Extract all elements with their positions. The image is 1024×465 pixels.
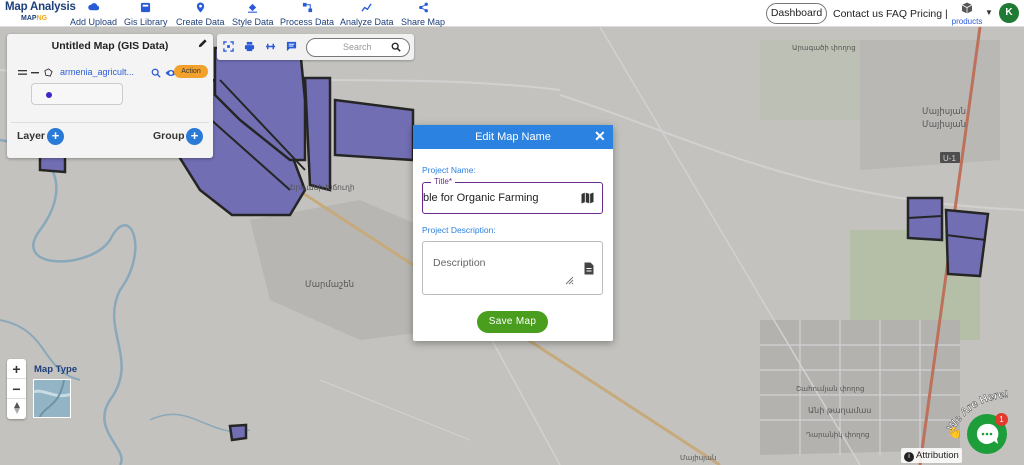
action-button[interactable]: Action	[174, 65, 208, 78]
add-group-button[interactable]: +	[186, 128, 203, 145]
map-label-street3: Արագածի փողոց	[792, 44, 856, 52]
edit-map-name-dialog: Edit Map Name ✕ Project Name: Title* ble…	[413, 125, 613, 341]
title-input-value[interactable]: ble for Organic Farming	[423, 192, 539, 204]
nav-add-upload[interactable]: Add Upload	[70, 2, 117, 27]
map-search-input[interactable]: Search	[306, 38, 410, 57]
location-pin-icon	[176, 2, 225, 15]
pencil-edit-icon[interactable]	[197, 38, 208, 49]
document-icon	[584, 262, 594, 275]
brand-subtitle: MAPNG	[21, 15, 48, 22]
dialog-title: Edit Map Name	[475, 131, 551, 143]
nav-style-data[interactable]: Style Data	[232, 2, 274, 27]
map-label-m: Մայիսյան	[680, 454, 716, 462]
layer-label: Layer	[17, 130, 46, 142]
cloud-upload-icon	[70, 2, 117, 15]
print-icon[interactable]	[244, 41, 255, 52]
nav-label: Share Map	[401, 17, 446, 27]
zoom-to-layer-icon[interactable]	[151, 68, 161, 78]
dashboard-button[interactable]: Dashboard	[766, 3, 827, 24]
nav-label: Process Data	[280, 17, 335, 27]
map-label-d: Դարանիկ փողոց	[806, 431, 869, 439]
faq-link[interactable]: FAQ	[886, 8, 907, 20]
nav-gis-library[interactable]: Gis Library	[124, 2, 168, 27]
fullscreen-icon[interactable]	[223, 41, 234, 52]
nav-create-data[interactable]: Create Data	[176, 2, 225, 27]
title-field-label: Title*	[431, 177, 455, 186]
process-icon	[280, 2, 334, 15]
map-label-town1: Մարմաշեն	[305, 280, 354, 290]
zoom-controls: + −	[7, 359, 26, 419]
project-name-label: Project Name:	[422, 165, 476, 175]
map-label-street1: Երևանի Խճուղի	[290, 183, 355, 192]
chat-notification-badge: 1	[995, 413, 1008, 426]
save-map-button[interactable]: Save Map	[477, 311, 548, 333]
analyze-chart-icon	[340, 2, 394, 15]
nav-share-map[interactable]: Share Map	[401, 2, 445, 27]
map-label-town2: Մայիսյան	[922, 107, 966, 117]
user-avatar[interactable]: K	[999, 3, 1019, 23]
nav-label: Style Data	[232, 17, 274, 27]
measure-icon[interactable]	[265, 41, 276, 52]
nav-label: Gis Library	[124, 17, 168, 27]
map-toolbar: Search	[217, 34, 414, 60]
share-icon	[401, 2, 445, 15]
layer-name[interactable]: armenia_agricult...	[60, 67, 134, 77]
brand-logo[interactable]: Map Analysis MAPNG	[5, 1, 76, 25]
layer-legend[interactable]	[31, 83, 123, 105]
map-label-ani: Անի թաղամաս	[808, 406, 871, 415]
paint-bucket-icon	[232, 2, 274, 15]
waving-hand-icon: 👋	[947, 426, 962, 438]
nav-label: Create Data	[176, 17, 225, 27]
drag-handle-icon[interactable]	[18, 69, 27, 77]
zoom-out-button[interactable]: −	[7, 379, 26, 399]
description-textarea[interactable]: Description	[422, 241, 603, 295]
zoom-in-button[interactable]: +	[7, 359, 26, 379]
contact-us-link[interactable]: Contact us	[833, 8, 883, 20]
top-navigation-bar: Map Analysis MAPNG Add Upload Gis Librar…	[0, 0, 1024, 27]
group-label: Group	[153, 130, 185, 142]
compass-north-button[interactable]	[7, 399, 26, 419]
polygon-layer-icon	[44, 68, 53, 77]
legend-color-swatch	[46, 92, 52, 98]
compass-icon	[13, 402, 20, 414]
project-description-label: Project Description:	[422, 225, 496, 235]
search-placeholder: Search	[343, 42, 372, 52]
cube-icon	[961, 2, 973, 14]
resize-handle-icon[interactable]	[564, 275, 574, 285]
title-input[interactable]: Title* ble for Organic Farming	[422, 177, 603, 214]
layer-panel: Untitled Map (GIS Data) armenia_agricult…	[7, 34, 213, 158]
collapse-dash-icon[interactable]	[31, 69, 39, 77]
close-icon[interactable]: ✕	[594, 128, 606, 145]
road-shield: U-1	[943, 154, 956, 163]
map-label-town3: Մայիսյան	[922, 120, 966, 130]
map-label-street2: Շահումյան փողոց	[796, 385, 864, 393]
attribution-label: Attribution	[916, 450, 959, 461]
nav-process-data[interactable]: Process Data	[280, 2, 334, 27]
comment-icon[interactable]	[286, 41, 297, 52]
add-layer-button[interactable]: +	[47, 128, 64, 145]
search-icon[interactable]	[391, 42, 401, 52]
chevron-down-icon[interactable]: ▼	[985, 8, 993, 17]
products-menu[interactable]: products	[950, 2, 984, 26]
description-placeholder: Description	[433, 257, 486, 269]
map-type-label: Map Type	[34, 364, 78, 375]
nav-label: Analyze Data	[340, 17, 394, 27]
nav-analyze-data[interactable]: Analyze Data	[340, 2, 394, 27]
pricing-link[interactable]: Pricing |	[910, 8, 948, 20]
attribution-button[interactable]: i Attribution	[901, 448, 962, 463]
products-label: products	[951, 17, 983, 26]
dialog-header: Edit Map Name ✕	[413, 125, 613, 149]
library-icon	[124, 2, 168, 15]
nav-label: Add Upload	[70, 17, 118, 27]
brand-title: Map Analysis	[5, 1, 76, 13]
map-icon	[581, 192, 594, 204]
map-title: Untitled Map (GIS Data)	[51, 40, 169, 52]
info-icon: i	[904, 452, 914, 462]
map-type-thumbnail[interactable]	[33, 379, 71, 418]
